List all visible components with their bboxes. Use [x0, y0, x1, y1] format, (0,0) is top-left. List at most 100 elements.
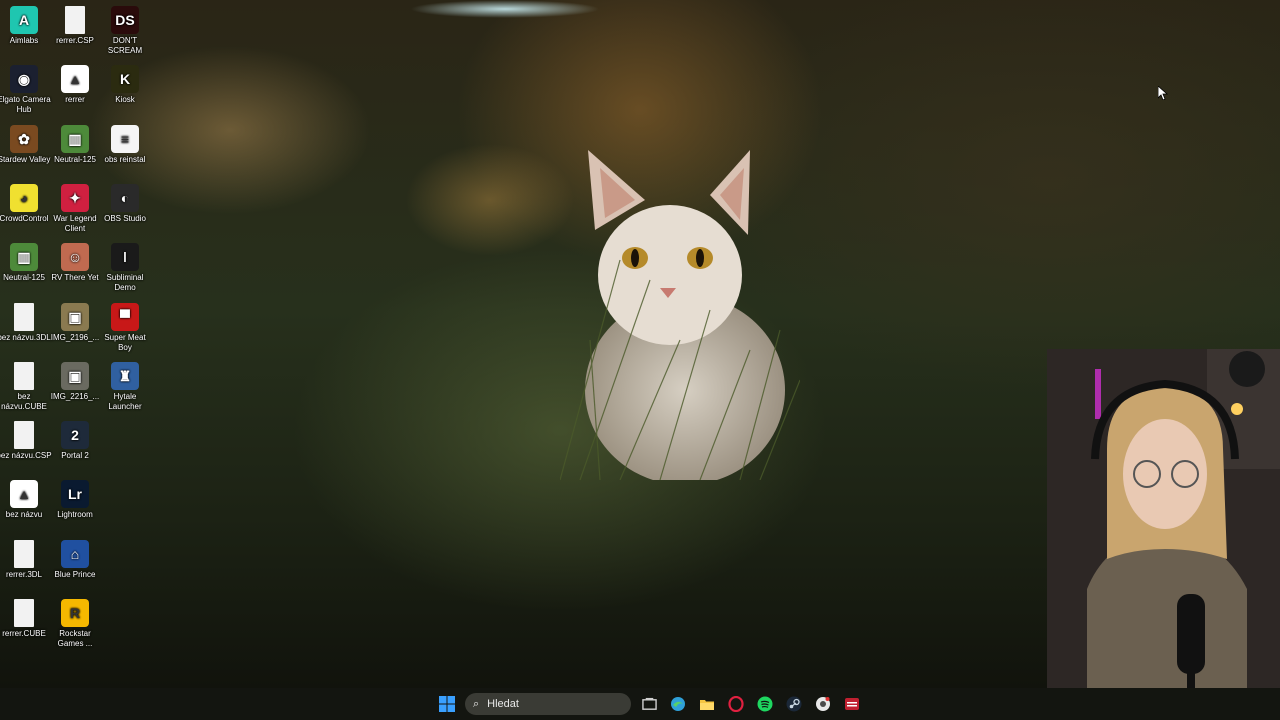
desktop-icon[interactable]: ◉ Elgato Camera Hub — [0, 61, 52, 119]
desktop-icon-label: rerrer — [65, 95, 85, 105]
task-view-button[interactable] — [638, 693, 660, 715]
kiosk-icon: K — [111, 65, 139, 94]
desktop-icon[interactable]: A Aimlabs — [0, 2, 52, 60]
dont-scream-icon: DS — [111, 6, 139, 34]
file-explorer-button[interactable] — [696, 693, 718, 715]
elgato-icon: ◉ — [10, 65, 38, 94]
desktop-icon-label: War Legend Client — [53, 213, 97, 233]
desktop-icon-label: Stardew Valley — [0, 154, 51, 164]
desktop-icon[interactable]: ▣ IMG_2216_... — [47, 358, 103, 416]
desktop-icon-label: bez názvu.3DL — [0, 332, 51, 342]
neutral-icon: ▥ — [10, 243, 38, 272]
search-input[interactable]: ⌕ Hledat — [465, 693, 631, 715]
desktop-icon[interactable]: ▥ Neutral-125 — [47, 121, 103, 179]
rv-there-yet-icon: ☺ — [61, 243, 89, 272]
desktop-icon-label: Subliminal Demo — [106, 273, 144, 293]
desktop-icon-label: Neutral-125 — [54, 154, 96, 164]
obs-icon: ◐ — [111, 183, 139, 212]
mouse-cursor — [1157, 85, 1169, 101]
file-icon — [14, 599, 34, 627]
subliminal-icon: ǀ — [111, 243, 139, 272]
desktop-icon[interactable]: ✦ War Legend Client — [47, 180, 103, 238]
spotify-button[interactable] — [754, 693, 776, 715]
desktop-icon-label: rerrer.3DL — [5, 569, 42, 579]
desktop-icon-label: Super Meat Boy — [104, 332, 146, 352]
file-icon — [14, 539, 34, 568]
start-button[interactable] — [436, 693, 458, 715]
affinity-icon: ▲ — [61, 65, 89, 94]
desktop-icon-label: OBS Studio — [104, 213, 146, 223]
chrome-button[interactable] — [812, 693, 834, 715]
steam-button[interactable] — [783, 693, 805, 715]
desktop-icon[interactable]: ◐ OBS Studio — [97, 180, 153, 238]
search-placeholder: Hledat — [487, 698, 519, 710]
desktop-icon-label: obs reinstal — [104, 154, 146, 164]
blue-prince-icon: ⌂ — [61, 539, 89, 568]
desktop-icon[interactable]: rerrer.CSP — [47, 2, 103, 60]
file-icon — [14, 361, 34, 390]
desktop-icon-label: Lightroom — [57, 510, 93, 520]
desktop-icon[interactable]: rerrer.CUBE — [0, 595, 52, 653]
desktop-icon[interactable]: ▀ Super Meat Boy — [97, 299, 153, 357]
desktop-icon-label: DON'T SCREAM — [107, 36, 143, 55]
edge-button[interactable] — [667, 693, 689, 715]
desktop-icon[interactable]: ≡ obs reinstal — [97, 121, 153, 179]
edge-icon — [671, 697, 685, 711]
desktop-icon[interactable]: K Kiosk — [97, 61, 153, 119]
windows-icon — [439, 696, 455, 712]
opera-gx-button[interactable] — [725, 693, 747, 715]
desktop-icon-label: Neutral-125 — [3, 273, 45, 283]
desktop-icon-label: rerrer.CUBE — [2, 629, 46, 638]
file-icon — [14, 302, 34, 331]
desktop-icon[interactable]: ▥ Neutral-125 — [0, 239, 52, 297]
desktop-icon-label: Aimlabs — [9, 36, 39, 45]
desktop-icon[interactable]: R Rockstar Games ... — [47, 595, 103, 653]
desktop-icon-label: IMG_2216_... — [50, 391, 100, 401]
taskbar-items: ⌕ Hledat — [436, 688, 863, 720]
desktop-icon[interactable]: DS DON'T SCREAM — [97, 2, 153, 60]
super-meat-boy-icon: ▀ — [111, 302, 139, 331]
webcam-overlay — [1047, 349, 1280, 688]
crowdcontrol-icon: ◕ — [10, 183, 38, 212]
task-view-icon — [641, 697, 657, 710]
desktop-icon[interactable]: Lr Lightroom — [47, 476, 103, 534]
portal-icon: 2 — [61, 421, 89, 450]
search-icon: ⌕ — [473, 697, 480, 710]
lightroom-icon: Lr — [61, 480, 89, 509]
desktop-icon[interactable]: ◕ CrowdControl — [0, 180, 52, 238]
desktop-icon-label: Hytale Launcher — [108, 391, 142, 411]
desktop-icon-label: bez názvu — [5, 510, 43, 520]
voicemeeter-button[interactable] — [841, 693, 863, 715]
json-file-icon: ≡ — [111, 124, 139, 153]
desktop-icon[interactable]: ▲ rerrer — [47, 61, 103, 119]
desktop-icon-label: Rockstar Games ... — [57, 629, 93, 648]
chrome-icon — [816, 697, 830, 711]
desktop-icon[interactable]: ☺ RV There Yet — [47, 239, 103, 297]
desktop-icon[interactable]: ▲ bez názvu — [0, 476, 52, 534]
neutral-icon: ▥ — [61, 124, 89, 153]
desktop-icon[interactable]: bez názvu.CSP — [0, 417, 52, 475]
desktop-icon-label: Elgato Camera Hub — [0, 95, 51, 115]
rockstar-icon: R — [61, 599, 89, 627]
desktop-icon[interactable]: ⌂ Blue Prince — [47, 536, 103, 594]
steam-icon — [786, 696, 802, 712]
desktop-icon[interactable]: 2 Portal 2 — [47, 417, 103, 475]
folder-icon — [700, 700, 714, 710]
desktop-icon-label: IMG_2196_... — [50, 332, 100, 342]
desktop-icon-label: bez názvu.CSP — [0, 451, 52, 461]
desktop-icon-label: Portal 2 — [61, 451, 89, 461]
desktop-icon[interactable]: ǀ Subliminal Demo — [97, 239, 153, 297]
desktop-icon-label: Kiosk — [115, 95, 135, 105]
desktop-icon[interactable]: ▣ IMG_2196_... — [47, 299, 103, 357]
hytale-icon: ♜ — [111, 361, 139, 390]
aimlabs-icon: A — [10, 6, 38, 34]
spotify-icon — [757, 696, 773, 712]
desktop-icon[interactable]: ♜ Hytale Launcher — [97, 358, 153, 416]
desktop-icon-label: rerrer.CSP — [56, 36, 94, 45]
file-icon — [14, 421, 34, 450]
desktop-icon[interactable]: bez názvu.CUBE — [0, 358, 52, 416]
stardew-icon: ✿ — [10, 124, 38, 153]
desktop-icon[interactable]: bez názvu.3DL — [0, 299, 52, 357]
desktop-icon[interactable]: rerrer.3DL — [0, 536, 52, 594]
desktop-icon[interactable]: ✿ Stardew Valley — [0, 121, 52, 179]
